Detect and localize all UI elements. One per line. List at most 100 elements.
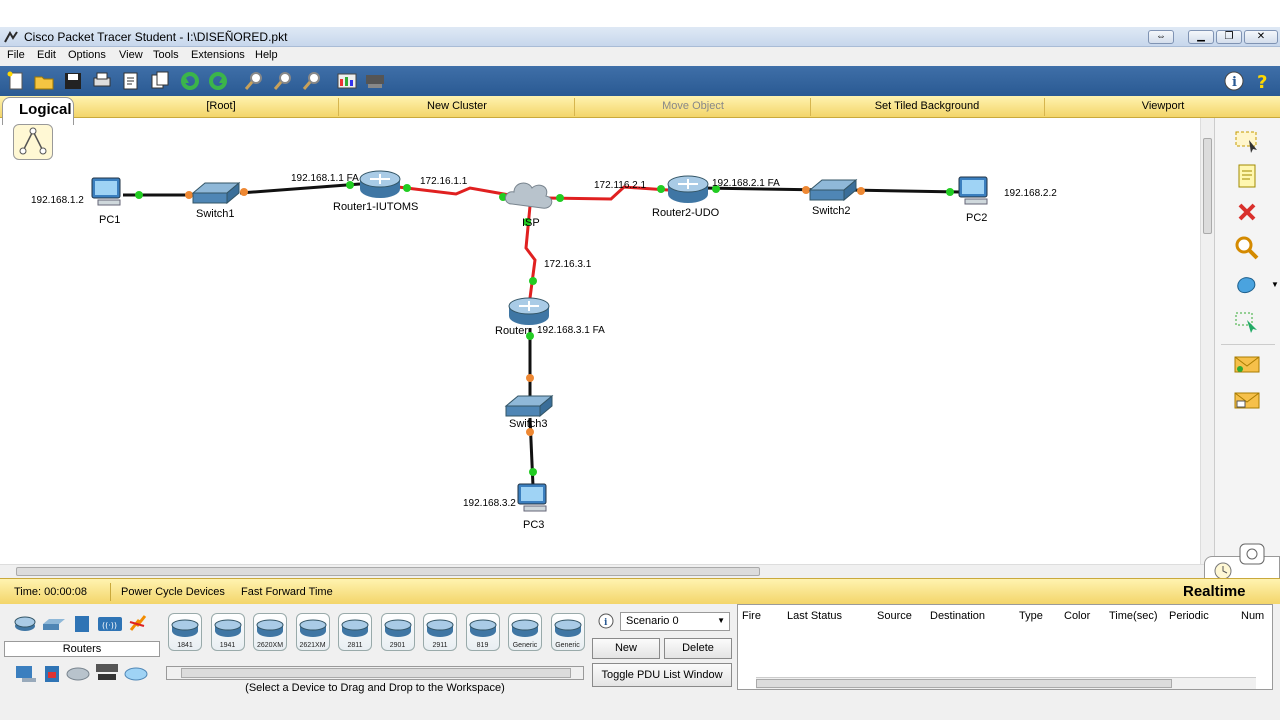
resize-shape-icon[interactable] bbox=[1233, 308, 1261, 336]
connections-category-icon[interactable] bbox=[127, 612, 149, 634]
new-cluster-button[interactable]: New Cluster bbox=[340, 100, 574, 112]
routers-category-icon[interactable] bbox=[14, 616, 36, 632]
menu-help[interactable]: Help bbox=[255, 49, 278, 61]
pdu-col-periodic[interactable]: Periodic bbox=[1169, 610, 1209, 622]
info-icon[interactable]: i bbox=[1223, 70, 1245, 92]
device-model-9[interactable]: Generic bbox=[550, 613, 585, 651]
scenario-select[interactable]: Scenario 0 ▼ bbox=[620, 612, 730, 631]
menu-extensions[interactable]: Extensions bbox=[191, 49, 245, 61]
custom-device-icon[interactable] bbox=[364, 70, 386, 92]
device-model-6[interactable]: 2911 bbox=[423, 613, 457, 651]
pdu-col-num[interactable]: Num bbox=[1241, 610, 1264, 622]
pdu-col-last-status[interactable]: Last Status bbox=[787, 610, 842, 622]
router3-icon[interactable] bbox=[508, 297, 550, 325]
redo-icon[interactable] bbox=[207, 70, 229, 92]
security-category-icon[interactable] bbox=[42, 664, 62, 684]
help-icon[interactable]: ? bbox=[1252, 70, 1274, 92]
isp-cloud-icon[interactable] bbox=[505, 182, 553, 209]
device-model-0[interactable]: 1841 bbox=[168, 613, 202, 651]
pc3-icon[interactable] bbox=[517, 483, 547, 512]
menu-options[interactable]: Options bbox=[68, 49, 106, 61]
pdu-col-color[interactable]: Color bbox=[1064, 610, 1090, 622]
pdu-col-destination[interactable]: Destination bbox=[930, 610, 985, 622]
link-switch2-pc2[interactable] bbox=[849, 188, 961, 194]
device-model-5[interactable]: 2901 bbox=[380, 613, 415, 651]
workspace-vertical-scrollbar[interactable] bbox=[1200, 118, 1214, 566]
select-tool-icon[interactable] bbox=[1233, 128, 1261, 156]
scenario-info-icon[interactable]: i bbox=[598, 613, 614, 629]
pdu-table-scroll-track[interactable] bbox=[756, 677, 1256, 689]
navigation-icon[interactable] bbox=[13, 124, 53, 160]
pdu-col-fire[interactable]: Fire bbox=[742, 610, 761, 622]
wireless-category-icon[interactable]: ((·)) bbox=[97, 614, 123, 634]
device-model-7[interactable]: 819 bbox=[465, 613, 500, 651]
save-icon[interactable] bbox=[62, 70, 84, 92]
viewport-button[interactable]: Viewport bbox=[1046, 100, 1280, 112]
pdu-col-time[interactable]: Time(sec) bbox=[1109, 610, 1157, 622]
fast-forward-button[interactable]: Fast Forward Time bbox=[241, 586, 333, 598]
complex-pdu-icon[interactable] bbox=[1233, 386, 1261, 414]
move-object-button[interactable]: Move Object bbox=[576, 100, 810, 112]
new-scenario-button[interactable]: New bbox=[592, 638, 660, 659]
menu-edit[interactable]: Edit bbox=[37, 49, 56, 61]
logical-workspace[interactable]: 192.168.1.2 PC1 Switch1 192.168.1.1 FA R… bbox=[0, 118, 1200, 564]
logical-tab[interactable]: Logical bbox=[2, 97, 74, 125]
router2-icon[interactable] bbox=[667, 175, 709, 203]
workspace-horizontal-scrollbar[interactable] bbox=[0, 564, 1214, 578]
zoom-reset-icon[interactable] bbox=[272, 70, 294, 92]
switch2-icon[interactable] bbox=[808, 178, 858, 202]
set-tiled-background-button[interactable]: Set Tiled Background bbox=[812, 100, 1042, 112]
link-switch1-router1[interactable] bbox=[239, 182, 361, 195]
undo-icon[interactable] bbox=[179, 70, 201, 92]
minimize-button[interactable]: ▁ bbox=[1188, 30, 1214, 44]
close-button[interactable]: ✕ bbox=[1244, 30, 1278, 44]
device-model-3[interactable]: 2621XM bbox=[295, 613, 330, 651]
switch1-icon[interactable] bbox=[191, 181, 241, 205]
multiuser-category-icon[interactable] bbox=[124, 666, 148, 682]
end-devices-category-icon[interactable] bbox=[14, 664, 38, 684]
pc2-icon[interactable] bbox=[958, 176, 988, 205]
restore-layout-button[interactable]: ⇔ bbox=[1148, 30, 1174, 44]
copy-icon[interactable] bbox=[149, 70, 171, 92]
pdu-col-type[interactable]: Type bbox=[1019, 610, 1043, 622]
pc1-icon[interactable] bbox=[91, 177, 121, 206]
new-icon[interactable] bbox=[5, 70, 27, 92]
device-model-2[interactable]: 2620XM bbox=[253, 613, 287, 651]
note-tool-icon[interactable] bbox=[1233, 162, 1261, 190]
delete-scenario-button[interactable]: Delete bbox=[664, 638, 732, 659]
simulation-toggle-icon[interactable] bbox=[1239, 543, 1265, 565]
device-models-scroll-track[interactable] bbox=[166, 666, 584, 680]
pdu-col-source[interactable]: Source bbox=[877, 610, 912, 622]
menu-tools[interactable]: Tools bbox=[153, 49, 179, 61]
delete-tool-icon[interactable] bbox=[1233, 198, 1261, 226]
device-model-8[interactable]: Generic bbox=[508, 613, 542, 651]
print-icon[interactable] bbox=[91, 70, 113, 92]
maximize-button[interactable]: ❐ bbox=[1216, 30, 1242, 44]
menu-view[interactable]: View bbox=[119, 49, 143, 61]
hubs-category-icon[interactable] bbox=[72, 614, 92, 634]
menu-file[interactable]: File bbox=[7, 49, 25, 61]
wan-emulation-category-icon[interactable] bbox=[66, 666, 90, 682]
activity-wizard-icon[interactable] bbox=[120, 70, 142, 92]
simple-pdu-icon[interactable] bbox=[1233, 350, 1261, 378]
pdu-table-scroll-thumb[interactable] bbox=[756, 679, 1172, 688]
root-button[interactable]: [Root] bbox=[110, 100, 332, 112]
palette-icon[interactable] bbox=[336, 70, 358, 92]
device-model-1[interactable]: 1941 bbox=[210, 613, 245, 651]
switch3-icon[interactable] bbox=[504, 394, 554, 418]
toggle-pdu-list-button[interactable]: Toggle PDU List Window bbox=[592, 663, 732, 687]
inspect-tool-icon[interactable] bbox=[1233, 234, 1261, 262]
open-icon[interactable] bbox=[33, 70, 55, 92]
zoom-in-icon[interactable] bbox=[243, 70, 265, 92]
custom-devices-category-icon[interactable] bbox=[95, 662, 119, 684]
horizontal-scroll-thumb[interactable] bbox=[16, 567, 760, 576]
device-models-scroll-thumb[interactable] bbox=[181, 668, 571, 678]
draw-shape-icon[interactable] bbox=[1233, 270, 1261, 298]
device-model-4[interactable]: 2811 bbox=[338, 613, 372, 651]
switches-category-icon[interactable] bbox=[43, 616, 65, 632]
draw-shape-dropdown-icon[interactable]: ▼ bbox=[1271, 280, 1279, 289]
router1-icon[interactable] bbox=[359, 170, 401, 198]
zoom-out-icon[interactable] bbox=[301, 70, 323, 92]
vertical-scroll-thumb[interactable] bbox=[1203, 138, 1212, 234]
link-router1-isp[interactable] bbox=[397, 185, 516, 198]
